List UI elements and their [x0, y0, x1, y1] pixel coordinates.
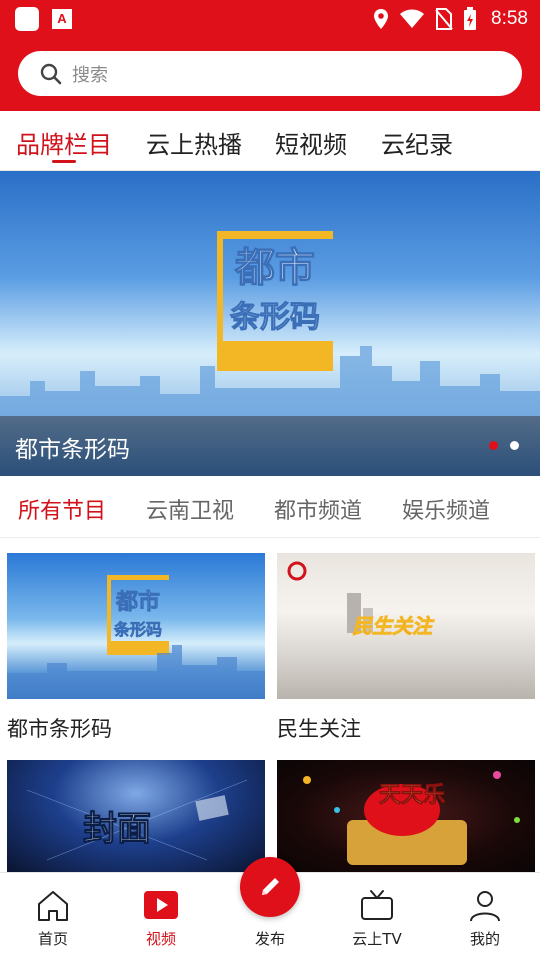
program-logo: 都市 条形码	[217, 231, 333, 371]
category-tabs: 品牌栏目 云上热播 短视频 云纪录	[0, 111, 540, 171]
thumb-logo: 封面	[83, 809, 151, 849]
user-icon	[470, 891, 500, 922]
active-tab-indicator	[52, 160, 76, 163]
thumbnail-graphic: 民生关注	[287, 561, 435, 638]
video-play-icon	[144, 891, 178, 919]
program-thumbnail[interactable]: 民生关注	[277, 553, 535, 699]
home-icon	[38, 891, 68, 921]
tab-cloud-documentary[interactable]: 云纪录	[381, 125, 453, 160]
nav-home[interactable]: 首页	[3, 873, 103, 960]
tab-all-programs[interactable]: 所有节目	[18, 493, 106, 525]
pencil-icon	[262, 878, 279, 895]
tab-short-video[interactable]: 短视频	[275, 125, 347, 160]
program-thumbnail[interactable]: 天天乐	[277, 760, 535, 872]
nav-cloud-tv[interactable]: 云上TV	[327, 873, 427, 960]
nav-home-label: 首页	[37, 930, 68, 948]
location-icon	[374, 9, 389, 29]
tab-entertainment-channel[interactable]: 娱乐频道	[402, 493, 490, 525]
nav-profile-label: 我的	[469, 930, 500, 948]
banner-logo-line1: 都市	[234, 245, 315, 291]
thumb-logo: 天天乐	[379, 783, 445, 808]
tab-city-channel[interactable]: 都市频道	[274, 493, 362, 525]
thumbnail-graphic: 天天乐	[303, 771, 520, 865]
program-title[interactable]: 都市条形码	[7, 713, 112, 743]
nav-profile[interactable]: 我的	[435, 873, 535, 960]
search-placeholder: 搜索	[72, 64, 108, 86]
app-notification-icon: A	[52, 9, 72, 29]
banner-logo-line2: 条形码	[230, 300, 320, 335]
featured-banner[interactable]: 都市 条形码 都市条形码	[0, 171, 540, 476]
status-bar: A 8:58	[0, 0, 540, 38]
search-bar[interactable]: 搜索	[18, 51, 522, 96]
app-header: A 8:58 搜索	[0, 0, 540, 111]
nav-cloud-tv-label: 云上TV	[352, 930, 402, 948]
banner-title: 都市条形码	[15, 437, 130, 463]
program-title[interactable]: 民生关注	[277, 713, 361, 743]
program-thumbnail[interactable]: 都市 条形码	[7, 553, 265, 699]
thumbnail-graphic: 都市 条形码	[7, 575, 265, 699]
nav-video-label: 视频	[145, 930, 176, 948]
carousel-dot-active[interactable]	[489, 441, 498, 450]
tv-icon	[361, 890, 393, 920]
channel-tabs: 所有节目 云南卫视 都市频道 娱乐频道	[0, 476, 540, 538]
notification-icon	[15, 7, 39, 31]
nav-publish-label: 发布	[254, 930, 285, 948]
search-icon	[40, 63, 62, 84]
program-thumbnail[interactable]: 封面	[7, 760, 265, 872]
thumb-logo-line1: 都市	[115, 589, 160, 615]
status-icons: 8:58	[373, 6, 528, 32]
thumb-logo-line2: 条形码	[113, 620, 162, 639]
clock: 8:58	[491, 8, 528, 29]
thumb-logo: 民生关注	[352, 614, 435, 638]
battery-icon	[464, 7, 477, 30]
tab-cloud-hot[interactable]: 云上热播	[146, 125, 242, 160]
tab-yunnan-tv[interactable]: 云南卫视	[146, 493, 234, 525]
tab-brand-columns[interactable]: 品牌栏目	[16, 125, 112, 160]
banner-caption-bar: 都市条形码	[0, 416, 540, 476]
carousel-dot[interactable]	[510, 441, 519, 450]
wifi-icon	[400, 9, 425, 28]
thumbnail-graphic: 封面	[26, 779, 248, 861]
no-sim-icon	[435, 8, 453, 30]
nav-video[interactable]: 视频	[111, 873, 211, 960]
publish-button[interactable]	[240, 857, 300, 917]
